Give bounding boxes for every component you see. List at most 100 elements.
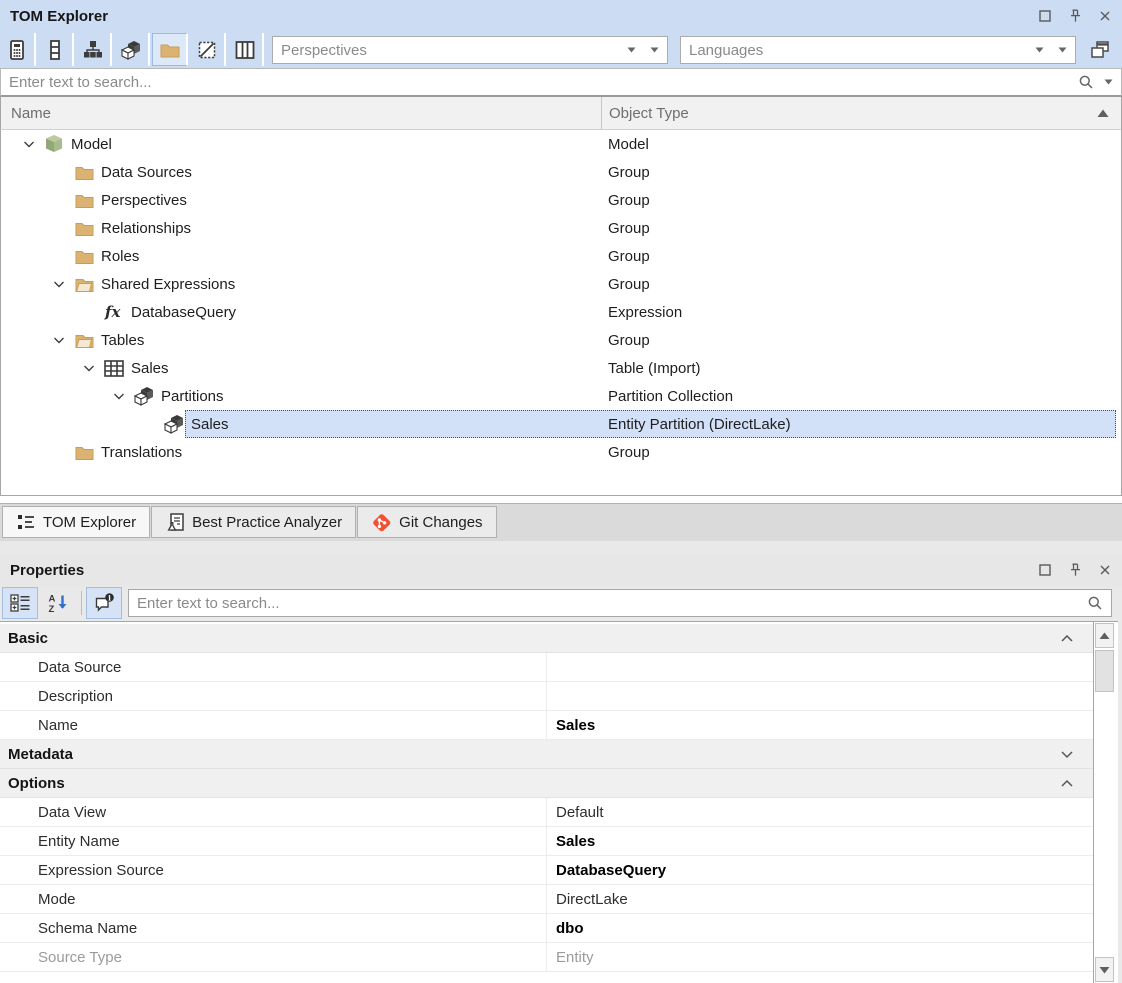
tree-row[interactable]: Roles Group — [1, 242, 1121, 270]
tree-item-type: Entity Partition (DirectLake) — [601, 410, 1121, 438]
sort-az-icon: A Z — [47, 592, 69, 614]
tab-best-practice-analyzer[interactable]: Best Practice Analyzer — [151, 506, 356, 538]
pin-icon[interactable] — [1066, 561, 1084, 579]
measures-icon — [6, 39, 28, 61]
dropdown-arrow-icon — [1035, 47, 1044, 53]
restore-icon[interactable] — [1036, 7, 1054, 25]
property-label: Source Type — [0, 943, 547, 971]
properties-search-input[interactable] — [129, 590, 1111, 616]
expander-icon[interactable] — [49, 330, 69, 350]
tree-item-type: Group — [601, 326, 1121, 354]
properties-search-box[interactable] — [128, 589, 1112, 617]
perspectives-input[interactable] — [273, 37, 627, 63]
tree-row[interactable]: Perspectives Group — [1, 186, 1121, 214]
partitions-toggle-button[interactable] — [114, 33, 150, 66]
category-header-basic[interactable]: Basic — [0, 624, 1093, 653]
category-header-metadata[interactable]: Metadata — [0, 740, 1093, 769]
tree-item-type: Partition Collection — [601, 382, 1121, 410]
svg-text:i: i — [108, 593, 111, 602]
measures-toggle-button[interactable] — [0, 33, 36, 66]
expander-icon[interactable] — [49, 274, 69, 294]
chevron-down-icon[interactable] — [1059, 748, 1075, 760]
property-value[interactable]: dbo — [547, 914, 1093, 942]
restore-icon[interactable] — [1036, 561, 1054, 579]
tree-row[interactable]: Shared Expressions Group — [1, 270, 1121, 298]
tab-label: Git Changes — [399, 514, 482, 531]
dropdown-arrow-icon[interactable] — [1104, 79, 1113, 85]
panel-separator — [0, 541, 1122, 554]
tree-item-type: Group — [601, 186, 1121, 214]
tree-row[interactable]: Sales Table (Import) — [1, 354, 1121, 382]
folder-icon — [73, 441, 95, 463]
search-icon[interactable] — [1087, 595, 1103, 611]
tom-search-input[interactable] — [1, 69, 1121, 95]
table-columns-toggle-button[interactable] — [228, 33, 264, 66]
chevron-up-icon[interactable] — [1059, 777, 1075, 789]
expander-icon[interactable] — [79, 358, 99, 378]
search-icon[interactable] — [1078, 74, 1094, 90]
close-icon[interactable] — [1096, 7, 1114, 25]
property-value[interactable]: Sales — [547, 827, 1093, 855]
tom-search-box[interactable] — [0, 68, 1122, 97]
languages-combobox[interactable] — [680, 36, 1076, 64]
column-header-object-type[interactable]: Object Type — [601, 97, 1121, 129]
properties-titlebar: Properties — [0, 554, 1122, 586]
property-value[interactable]: DatabaseQuery — [547, 856, 1093, 884]
hidden-objects-toggle-button[interactable] — [190, 33, 226, 66]
tree-item-label: Relationships — [101, 220, 191, 237]
partition-icon — [133, 385, 155, 407]
tree-row[interactable]: Translations Group — [1, 438, 1121, 466]
categorized-icon — [9, 592, 31, 614]
scrollbar-thumb[interactable] — [1095, 650, 1114, 692]
property-help-button[interactable]: i — [86, 587, 122, 619]
folder-open-icon — [73, 329, 95, 351]
scroll-down-icon[interactable] — [1095, 957, 1114, 982]
tree-row[interactable]: Relationships Group — [1, 214, 1121, 242]
expander-icon[interactable] — [19, 134, 39, 154]
tree-item-type: Group — [601, 270, 1121, 298]
property-value[interactable] — [547, 682, 1093, 710]
tree-row[interactable]: fx DatabaseQuery Expression — [1, 298, 1121, 326]
property-row: Mode DirectLake — [0, 885, 1093, 914]
alphabetical-sort-button[interactable]: A Z — [40, 587, 76, 619]
tom-explorer-titlebar: TOM Explorer — [0, 0, 1122, 32]
close-icon[interactable] — [1096, 561, 1114, 579]
window-stack-button[interactable] — [1082, 33, 1118, 66]
vertical-scrollbar[interactable] — [1093, 622, 1115, 983]
column-header-name[interactable]: Name — [1, 97, 601, 129]
property-value[interactable] — [547, 653, 1093, 681]
tree-item-label: Partitions — [161, 388, 224, 405]
property-value[interactable]: DirectLake — [547, 885, 1093, 913]
property-value[interactable]: Default — [547, 798, 1093, 826]
tree-row[interactable]: Data Sources Group — [1, 158, 1121, 186]
chevron-up-icon[interactable] — [1059, 632, 1075, 644]
hierarchies-toggle-button[interactable] — [76, 33, 112, 66]
perspectives-combobox[interactable] — [272, 36, 668, 64]
category-header-options[interactable]: Options — [0, 769, 1093, 798]
tree-item-label: Translations — [101, 444, 182, 461]
property-label: Expression Source — [0, 856, 547, 884]
folder-icon — [73, 189, 95, 211]
display-folders-toggle-button[interactable] — [152, 33, 188, 66]
tom-explorer-panel: TOM Explorer — [0, 0, 1122, 503]
tree-row[interactable]: Model Model — [1, 130, 1121, 158]
columns-toggle-button[interactable] — [38, 33, 74, 66]
tab-tom-explorer[interactable]: TOM Explorer — [2, 506, 150, 538]
tree-item-type: Group — [601, 158, 1121, 186]
panel-title: TOM Explorer — [0, 8, 108, 25]
expander-icon[interactable] — [109, 386, 129, 406]
languages-input[interactable] — [681, 37, 1035, 63]
categorized-view-button[interactable] — [2, 587, 38, 619]
partition-icon — [163, 413, 185, 435]
property-value[interactable]: Entity — [547, 943, 1093, 971]
tree-row-selected[interactable]: Sales Entity Partition (DirectLake) — [1, 410, 1121, 438]
property-help-icon: i — [93, 592, 115, 614]
tree-row[interactable]: Tables Group — [1, 326, 1121, 354]
pin-icon[interactable] — [1066, 7, 1084, 25]
tree-row[interactable]: Partitions Partition Collection — [1, 382, 1121, 410]
partitions-icon — [120, 39, 142, 61]
tab-git-changes[interactable]: Git Changes — [357, 506, 496, 538]
window-stack-icon — [1089, 39, 1111, 61]
property-value[interactable]: Sales — [547, 711, 1093, 739]
scroll-up-icon[interactable] — [1095, 623, 1114, 648]
